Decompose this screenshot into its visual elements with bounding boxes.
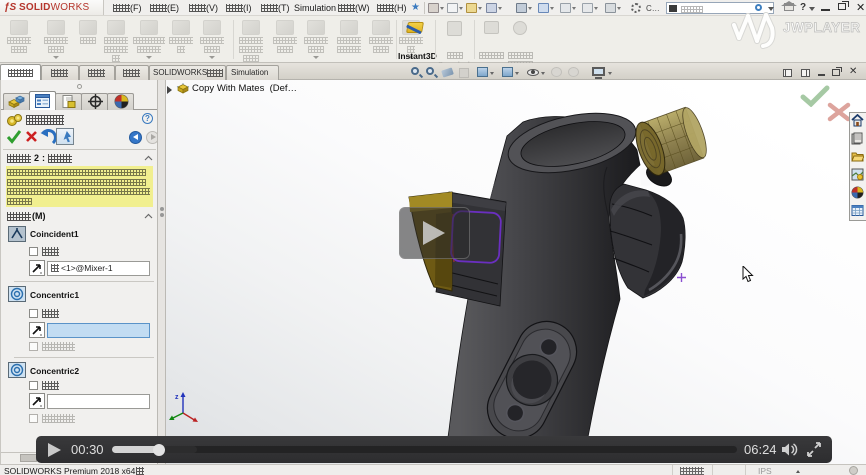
svg-text:z: z — [175, 394, 179, 401]
svg-text:JW: JW — [783, 20, 804, 35]
svg-text:PLAYER: PLAYER — [804, 20, 861, 35]
